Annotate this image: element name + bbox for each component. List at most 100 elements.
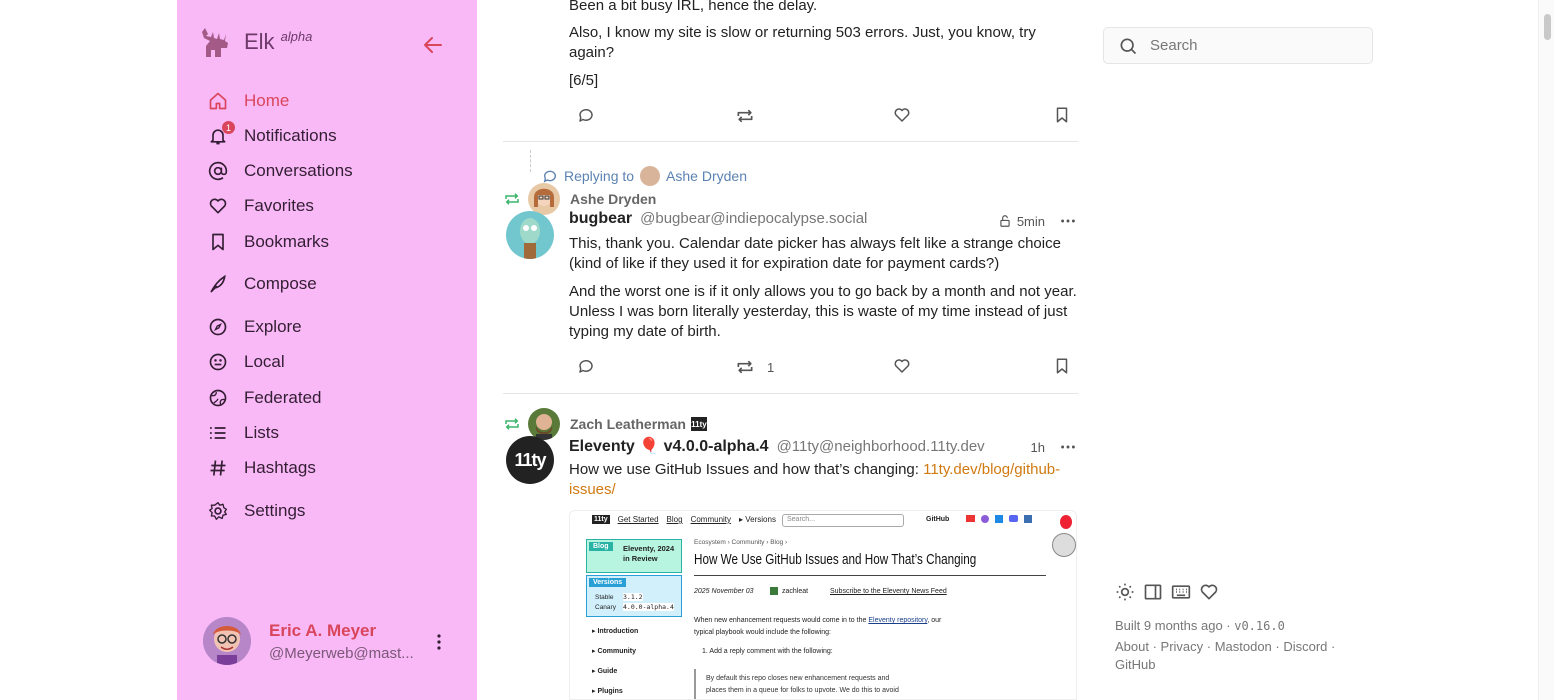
- booster-name: Ashe Dryden: [570, 191, 657, 207]
- embed-date: 2025 November 03: [694, 588, 754, 595]
- sidebar-item-label: Home: [244, 91, 290, 110]
- more-options-icon[interactable]: [1059, 438, 1077, 456]
- heart-icon[interactable]: [1199, 582, 1219, 602]
- more-options-icon[interactable]: [429, 632, 449, 652]
- sidebar-item-label: Favorites: [244, 196, 314, 215]
- sidebar-item-settings[interactable]: Settings: [207, 496, 447, 526]
- display-name[interactable]: bugbear: [569, 210, 632, 228]
- sidebar-item-bookmarks[interactable]: Bookmarks: [207, 227, 447, 257]
- youtube-icon: [966, 515, 975, 522]
- sun-icon[interactable]: [1115, 582, 1135, 602]
- home-icon: [207, 90, 229, 112]
- account-handle[interactable]: @bugbear@indiepocalypse.social: [640, 210, 867, 227]
- bookmark-icon: [1056, 358, 1068, 374]
- bookmark-button[interactable]: [1053, 357, 1071, 375]
- hash-icon: [207, 457, 229, 479]
- embed-rule: [694, 575, 1046, 576]
- post-divider: [503, 393, 1078, 394]
- embed-nav: 11ty Get Started Blog Community ▸ Versio…: [592, 515, 776, 524]
- footer-links[interactable]: About · Privacy · Mastodon · Discord · G…: [1115, 638, 1365, 674]
- boost-icon: [737, 360, 753, 374]
- mastodon-icon: [981, 515, 989, 523]
- sidebar-item-lists[interactable]: Lists: [207, 418, 447, 448]
- account-handle[interactable]: @11ty@neighborhood.11ty.dev: [777, 438, 985, 455]
- embed-badge: Blog: [589, 542, 613, 551]
- post-divider: [503, 141, 1078, 142]
- app-brand[interactable]: Elk alpha: [199, 24, 312, 60]
- collapse-arrow-icon[interactable]: [421, 33, 445, 57]
- bookmark-icon: [1056, 107, 1068, 123]
- display-name[interactable]: Eleventy 🎈 v4.0.0-alpha.4: [569, 436, 769, 456]
- avatar[interactable]: 11ty: [506, 436, 554, 484]
- embed-side-links: ▸ Introduction ▸ Community ▸ Guide ▸ Plu…: [592, 627, 638, 696]
- scroll-thumb[interactable]: [1544, 14, 1551, 40]
- post-meta: 1h: [1031, 438, 1077, 456]
- sidebar-toggle-icon[interactable]: [1143, 582, 1163, 602]
- sidebar-item-explore[interactable]: Explore: [207, 312, 447, 342]
- avatar[interactable]: [506, 211, 554, 259]
- sidebar-item-label: Compose: [244, 274, 317, 293]
- favorite-button[interactable]: [893, 106, 911, 124]
- bookmark-icon: [207, 231, 229, 253]
- sidebar-item-hashtags[interactable]: Hashtags: [207, 453, 447, 483]
- current-user[interactable]: Eric A. Meyer @Meyerweb@mast...: [203, 617, 453, 665]
- replying-label: Replying to: [564, 168, 635, 184]
- search-box[interactable]: [1103, 27, 1373, 64]
- embed-author: zachleat: [770, 587, 808, 595]
- embed-quote: By default this repo closes new enhancem…: [694, 669, 994, 699]
- list-icon: [207, 422, 229, 444]
- favorite-button[interactable]: [893, 357, 911, 375]
- globe-icon: [207, 387, 229, 409]
- feather-icon: [207, 273, 229, 295]
- post-time[interactable]: 5min: [1017, 214, 1045, 229]
- post-actions: [569, 106, 1079, 130]
- embed-blog-card: Blog Eleventy, 2024 in Review: [586, 539, 682, 573]
- embed-breadcrumb: Ecosystem › Community › Blog ›: [694, 539, 788, 546]
- boost-count: 1: [767, 359, 775, 375]
- bookmark-button[interactable]: [1053, 106, 1071, 124]
- embed-nav-item: ▸ Versions: [739, 515, 776, 524]
- sidebar-item-home[interactable]: Home: [207, 86, 447, 116]
- booster-name: Zach Leatherman: [570, 416, 686, 432]
- reply-button[interactable]: [577, 357, 595, 375]
- flag-icon: [1024, 515, 1032, 523]
- sidebar-item-label: Federated: [244, 388, 322, 407]
- elk-logo-icon: [202, 28, 228, 57]
- search-input[interactable]: [1150, 37, 1350, 54]
- keyboard-icon[interactable]: [1171, 582, 1191, 602]
- boost-icon: [505, 418, 519, 430]
- post-header: Eleventy 🎈 v4.0.0-alpha.4 @11ty@neighbor…: [569, 436, 1077, 456]
- scrollbar[interactable]: [1538, 0, 1554, 700]
- build-version[interactable]: v0.16.0: [1234, 619, 1285, 633]
- embed-body: When new enhancement requests would come…: [694, 617, 942, 655]
- post-text: And the worst one is if it only allows y…: [569, 283, 1077, 340]
- sidebar-item-favorites[interactable]: Favorites: [207, 191, 447, 221]
- sidebar-item-conversations[interactable]: Conversations: [207, 156, 447, 186]
- reply-icon: [543, 170, 556, 183]
- boost-button[interactable]: 1: [735, 357, 774, 377]
- boost-icon: [737, 109, 753, 123]
- heart-icon: [894, 108, 910, 122]
- timeline: Been a bit busy IRL, hence the delay. Al…: [503, 0, 1078, 700]
- sidebar-item-compose[interactable]: Compose: [207, 269, 447, 299]
- boost-button[interactable]: [735, 106, 755, 126]
- author-avatar: [770, 587, 778, 595]
- sidebar-item-notifications[interactable]: 1 Notifications: [207, 121, 447, 151]
- reply-button[interactable]: [577, 106, 595, 124]
- sidebar-item-label: Lists: [244, 423, 279, 442]
- embed-side-link: ▸ Introduction: [592, 628, 639, 635]
- embed-title: How We Use GitHub Issues and How That’s …: [694, 551, 977, 568]
- post-image[interactable]: 11ty Get Started Blog Community ▸ Versio…: [569, 510, 1077, 700]
- balloon-icon: [1060, 515, 1072, 529]
- embed-side-link: ▸ Plugins: [592, 688, 623, 695]
- sidebar-item-label: Local: [244, 352, 285, 371]
- sidebar-item-federated[interactable]: Federated: [207, 383, 447, 413]
- more-options-icon[interactable]: [1059, 212, 1077, 230]
- embed-search: Search...: [782, 514, 904, 527]
- embed-social-icons: [966, 515, 1032, 523]
- heart-icon: [894, 359, 910, 373]
- embed-versions-card: Versions Stable 3.1.2 Canary 4.0.0-alpha…: [586, 575, 682, 617]
- 11ty-badge-icon: 11ty: [690, 417, 707, 431]
- post-time[interactable]: 1h: [1031, 440, 1045, 455]
- sidebar-item-local[interactable]: Local: [207, 347, 447, 377]
